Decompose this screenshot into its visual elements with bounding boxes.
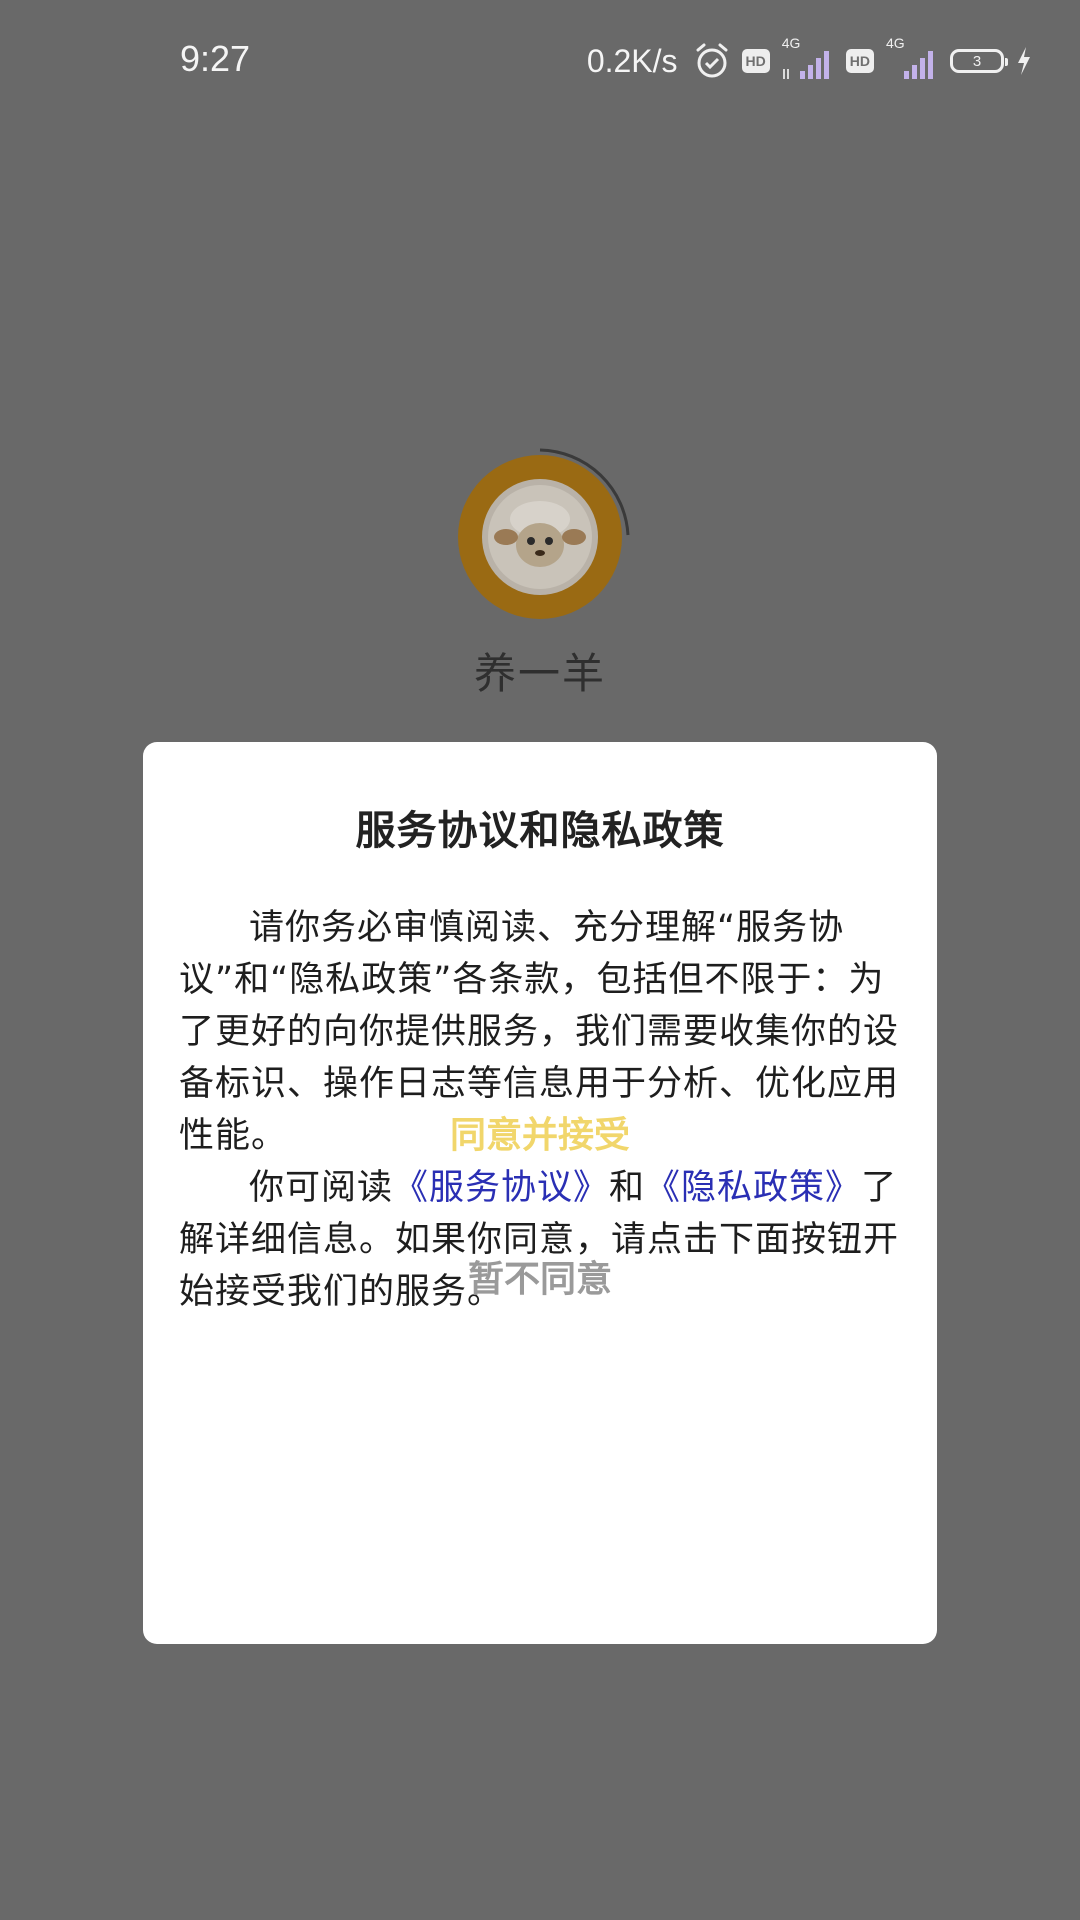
status-bar: 9:27 0.2K/s HD 4G HD 4G 3 bbox=[0, 0, 1080, 120]
conjunction-text: 和 bbox=[609, 1168, 646, 1208]
network-speed: 0.2K/s bbox=[586, 42, 678, 79]
privacy-policy-link[interactable]: 《隐私政策》 bbox=[645, 1168, 861, 1208]
paragraph-2-prefix: 你可阅读 bbox=[249, 1168, 394, 1208]
dialog-title: 服务协议和隐私政策 bbox=[355, 808, 725, 854]
hd-icon: HD bbox=[741, 49, 770, 73]
service-agreement-link[interactable]: 《服务协议》 bbox=[393, 1168, 609, 1208]
status-icons: 0.2K/s HD 4G HD 4G 3 bbox=[586, 35, 1034, 86]
signal-4g-icon-2: 4G bbox=[884, 35, 940, 81]
signal-4g-icon: 4G bbox=[780, 35, 836, 81]
app-name: 养一羊 bbox=[473, 649, 606, 698]
charging-icon bbox=[1014, 41, 1034, 81]
agree-button[interactable]: 同意并接受 bbox=[143, 1106, 937, 1158]
alarm-icon bbox=[692, 41, 732, 81]
disagree-button[interactable]: 暂不同意 bbox=[143, 1250, 937, 1302]
status-time: 9:27 bbox=[180, 38, 251, 79]
app-logo bbox=[458, 455, 622, 619]
battery-icon: 3 bbox=[950, 49, 1008, 73]
privacy-dialog: 服务协议和隐私政策 请你务必审慎阅读、充分理解“服务协议”和“隐私政策”各条款，… bbox=[143, 742, 937, 1644]
hd-icon-2: HD bbox=[845, 49, 874, 73]
